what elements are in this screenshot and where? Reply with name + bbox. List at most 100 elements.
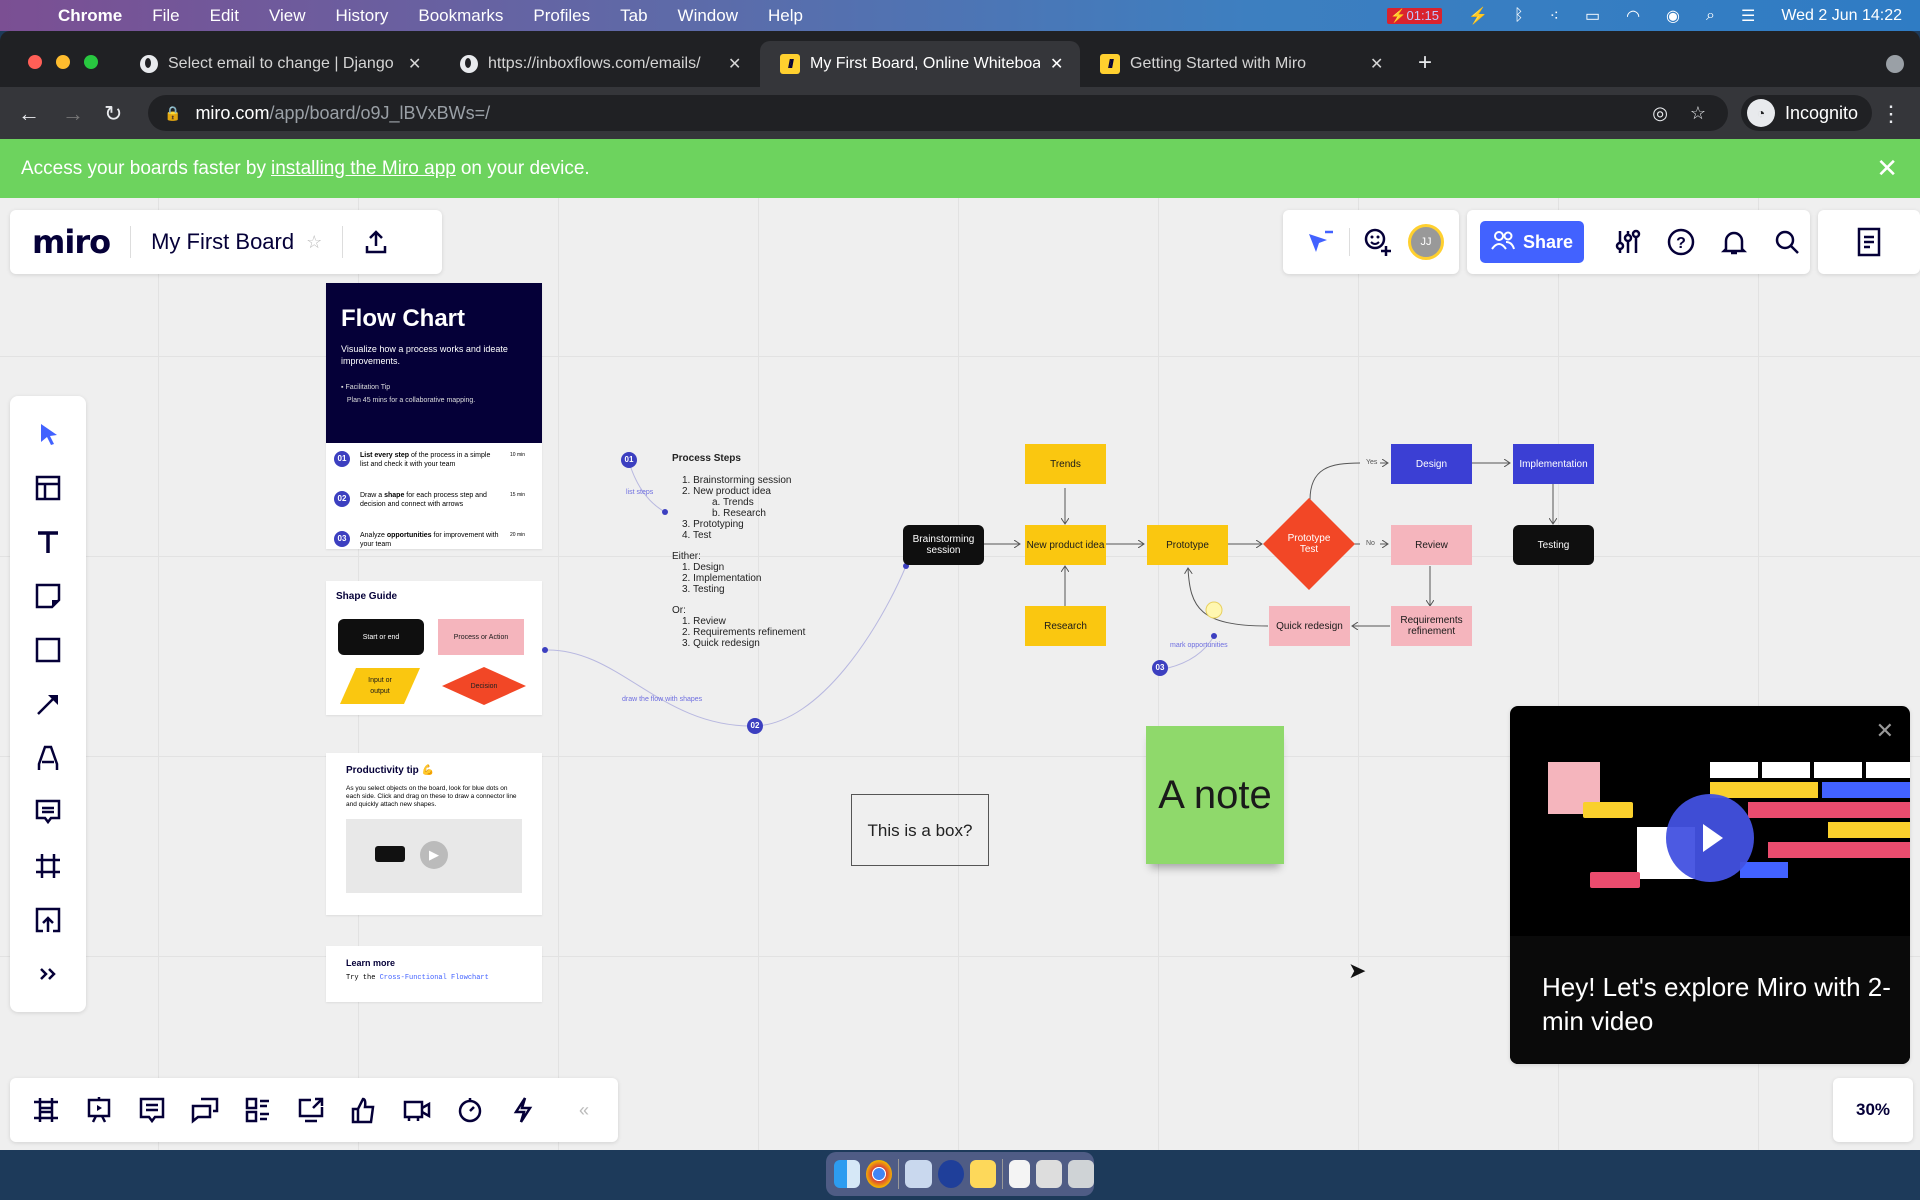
new-tab-button[interactable]: +: [1418, 49, 1432, 77]
globe-icon: [460, 55, 478, 73]
close-tab-icon[interactable]: ✕: [408, 54, 421, 74]
tab-search-icon[interactable]: [1886, 55, 1904, 73]
process-step-line: 3. Prototyping: [682, 519, 744, 530]
back-button[interactable]: ←: [18, 101, 40, 127]
process-step-line: a. Trends: [712, 497, 754, 508]
tab-inboxflows[interactable]: https://inboxflows.com/emails/ ✕: [440, 41, 760, 87]
notes-icon[interactable]: [969, 1160, 997, 1188]
flow-node-quick-redesign[interactable]: Quick redesign: [1269, 606, 1350, 646]
recording-indicator[interactable]: ⚡01:15: [1387, 7, 1443, 24]
tab-getting-started[interactable]: /// Getting Started with Miro ✕: [1080, 41, 1400, 87]
incognito-icon: ◔: [1746, 99, 1775, 127]
menu-window[interactable]: Window: [678, 6, 738, 26]
trash-icon[interactable]: [1067, 1160, 1094, 1188]
banner-text: Access your boards faster by: [21, 157, 266, 179]
reload-button[interactable]: ↻: [104, 101, 122, 127]
lightning-app-icon[interactable]: [937, 1160, 964, 1188]
annotation-badge-03: 03: [1152, 660, 1168, 676]
menu-history[interactable]: History: [335, 6, 388, 26]
annotation-badge-01: 01: [621, 452, 637, 468]
intro-video-popup[interactable]: ✕ Hey! Let's explore Miro with 2-min vid…: [1510, 706, 1910, 1064]
miro-icon: ///: [1100, 54, 1120, 74]
text-box-shape[interactable]: This is a box?: [851, 794, 989, 866]
maximize-window-button[interactable]: [84, 55, 98, 69]
1password-icon[interactable]: [905, 1160, 932, 1188]
url-host: miro.com: [195, 102, 270, 123]
flow-node-review[interactable]: Review: [1391, 525, 1472, 565]
process-step-line: 1. Brainstorming session: [682, 475, 792, 486]
tab-title: Select email to change | Django: [168, 55, 394, 72]
banner-text-suffix: on your device.: [460, 157, 590, 179]
annotation-text: draw the flow with shapes: [622, 696, 703, 703]
arrow-redesign-prototype: [1188, 568, 1269, 627]
menu-bookmarks[interactable]: Bookmarks: [418, 6, 503, 26]
spotlight-icon[interactable]: ⌕: [1706, 7, 1715, 25]
edge-label-no: No: [1366, 540, 1375, 547]
board-canvas[interactable]: miro My First Board ☆ JJ Share ? « 30% F…: [0, 198, 1920, 1150]
menu-view[interactable]: View: [269, 6, 306, 26]
sticky-note[interactable]: A note: [1146, 726, 1284, 864]
control-icon[interactable]: ⁖: [1550, 6, 1559, 26]
tab-my-first-board[interactable]: /// My First Board, Online Whiteboard ✕: [760, 41, 1080, 87]
close-tab-icon[interactable]: ✕: [1050, 54, 1063, 74]
install-app-link[interactable]: installing the Miro app: [271, 158, 456, 180]
lock-icon[interactable]: 🔒: [164, 105, 181, 122]
browser-menu-icon[interactable]: ⋮: [1880, 101, 1902, 127]
bolt-icon[interactable]: ⚡: [1468, 6, 1488, 26]
tab-django[interactable]: Select email to change | Django ✕: [120, 41, 440, 87]
process-step-line: 2. New product idea: [682, 486, 771, 497]
annotation-text: list steps: [626, 489, 654, 496]
process-step-line: 3. Quick redesign: [682, 638, 760, 649]
menu-help[interactable]: Help: [768, 6, 803, 26]
close-banner-icon[interactable]: ✕: [1876, 153, 1898, 184]
wifi-icon[interactable]: ◠: [1626, 6, 1640, 26]
tab-title: Getting Started with Miro: [1130, 55, 1307, 72]
lightbulb-icon: [1205, 601, 1223, 619]
close-tab-icon[interactable]: ✕: [728, 54, 741, 74]
screenshot-icon[interactable]: [1035, 1160, 1062, 1188]
control-center-icon[interactable]: ☰: [1741, 6, 1755, 26]
flow-node-design[interactable]: Design: [1391, 444, 1472, 484]
process-step-line: Or:: [672, 605, 686, 616]
flow-node-prototype[interactable]: Prototype: [1147, 525, 1228, 565]
macos-dock: [826, 1152, 1094, 1196]
dock-divider: [1002, 1159, 1003, 1189]
battery-icon[interactable]: ▭: [1585, 6, 1600, 26]
url-input[interactable]: 🔒 miro.com/app/board/o9J_lBVxBWs=/ ☆ ◎: [148, 95, 1728, 131]
flow-node-requirements-refinement[interactable]: Requirements refinement: [1391, 606, 1472, 646]
flow-node-research[interactable]: Research: [1025, 606, 1106, 646]
minimize-window-button[interactable]: [56, 55, 70, 69]
install-app-banner: Access your boards faster by installing …: [0, 139, 1920, 198]
edge-label-yes: Yes: [1366, 459, 1378, 466]
clock[interactable]: Wed 2 Jun 14:22: [1781, 7, 1902, 25]
eye-off-icon[interactable]: ◎: [1652, 103, 1668, 124]
menu-app[interactable]: Chrome: [58, 6, 122, 26]
flow-node-testing[interactable]: Testing: [1513, 525, 1594, 565]
process-step-line: 4. Test: [682, 530, 712, 541]
bluetooth-icon[interactable]: ᛒ: [1514, 7, 1524, 25]
process-step-line: 2. Requirements refinement: [682, 627, 806, 638]
forward-button[interactable]: →: [62, 101, 84, 127]
flow-node-trends[interactable]: Trends: [1025, 444, 1106, 484]
menu-edit[interactable]: Edit: [210, 6, 239, 26]
bookmark-star-icon[interactable]: ☆: [1690, 103, 1706, 124]
finder-icon[interactable]: [834, 1160, 861, 1188]
process-steps-title[interactable]: Process Steps: [672, 453, 741, 464]
document-icon[interactable]: [1008, 1160, 1030, 1188]
process-step-line: 3. Testing: [682, 584, 725, 595]
globe-icon: [140, 55, 158, 73]
menu-tab[interactable]: Tab: [620, 6, 647, 26]
incognito-profile-button[interactable]: ◔ Incognito: [1740, 95, 1872, 131]
address-bar-row: ← → ↻ 🔒 miro.com/app/board/o9J_lBVxBWs=/…: [0, 87, 1920, 139]
flow-node-new-product-idea[interactable]: New product idea: [1025, 525, 1106, 565]
miro-icon: ///: [780, 54, 800, 74]
close-tab-icon[interactable]: ✕: [1370, 54, 1383, 74]
menu-file[interactable]: File: [152, 6, 179, 26]
flow-node-brainstorm[interactable]: Brainstorming session: [903, 525, 984, 565]
tab-title: My First Board, Online Whiteboard: [810, 55, 1040, 72]
user-icon[interactable]: ◉: [1666, 6, 1680, 26]
flow-node-implementation[interactable]: Implementation: [1513, 444, 1594, 484]
chrome-icon[interactable]: [866, 1160, 893, 1188]
close-window-button[interactable]: [28, 55, 42, 69]
menu-profiles[interactable]: Profiles: [533, 6, 590, 26]
